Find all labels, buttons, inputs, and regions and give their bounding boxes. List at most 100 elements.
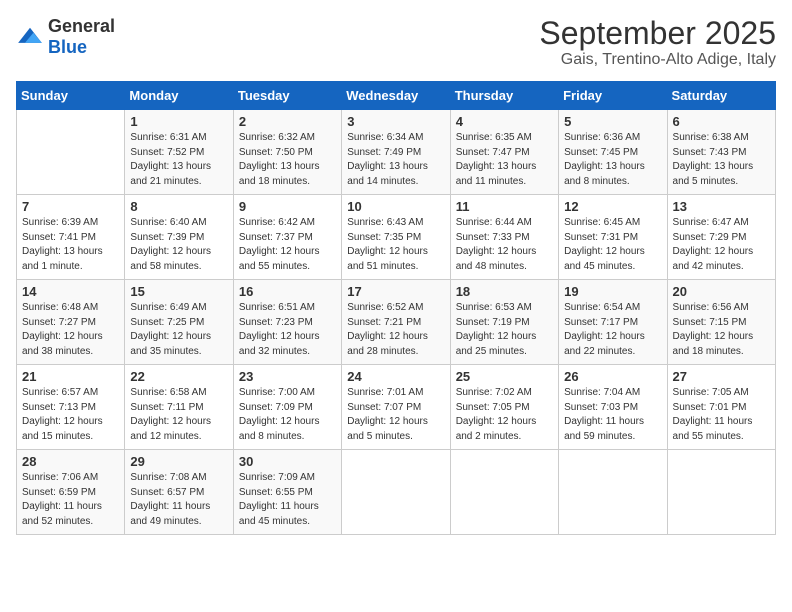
day-number: 5 xyxy=(564,114,661,129)
day-number: 19 xyxy=(564,284,661,299)
header-tuesday: Tuesday xyxy=(233,82,341,110)
calendar-cell: 12 Sunrise: 6:45 AMSunset: 7:31 PMDayligh… xyxy=(559,195,667,280)
day-info: Sunrise: 6:45 AMSunset: 7:31 PMDaylight:… xyxy=(564,216,661,274)
header-monday: Monday xyxy=(125,82,233,110)
calendar-cell: 7 Sunrise: 6:39 AMSunset: 7:41 PMDaylight… xyxy=(17,195,125,280)
day-info: Sunrise: 6:52 AMSunset: 7:21 PMDaylight:… xyxy=(347,301,444,359)
calendar-cell: 2 Sunrise: 6:32 AMSunset: 7:50 PMDaylight… xyxy=(233,110,341,195)
day-number: 23 xyxy=(239,369,336,384)
calendar-cell: 11 Sunrise: 6:44 AMSunset: 7:33 PMDayligh… xyxy=(450,195,558,280)
calendar-cell: 9Sunrise: 6:42 AMSunset: 7:37 PMDaylight… xyxy=(233,195,341,280)
day-number: 17 xyxy=(347,284,444,299)
day-info: Sunrise: 7:00 AMSunset: 7:09 PMDaylight:… xyxy=(239,386,336,444)
calendar-cell: 27 Sunrise: 7:05 AMSunset: 7:01 PMDayligh… xyxy=(667,365,775,450)
day-info: Sunrise: 6:38 AMSunset: 7:43 PMDaylight:… xyxy=(673,131,770,189)
page-header: General Blue September 2025 Gais, Trenti… xyxy=(16,16,776,69)
title-block: September 2025 Gais, Trentino-Alto Adige… xyxy=(539,16,776,69)
day-info: Sunrise: 6:32 AMSunset: 7:50 PMDaylight:… xyxy=(239,131,336,189)
day-info: Sunrise: 6:43 AMSunset: 7:35 PMDaylight:… xyxy=(347,216,444,274)
calendar-week-4: 21Sunrise: 6:57 AMSunset: 7:13 PMDayligh… xyxy=(17,365,776,450)
calendar-cell xyxy=(667,450,775,535)
calendar-cell: 22 Sunrise: 6:58 AMSunset: 7:11 PMDayligh… xyxy=(125,365,233,450)
day-info: Sunrise: 6:49 AMSunset: 7:25 PMDaylight:… xyxy=(130,301,227,359)
calendar-cell xyxy=(450,450,558,535)
calendar-cell: 18 Sunrise: 6:53 AMSunset: 7:19 PMDayligh… xyxy=(450,280,558,365)
day-number: 14 xyxy=(22,284,119,299)
header-wednesday: Wednesday xyxy=(342,82,450,110)
day-number: 22 xyxy=(130,369,227,384)
calendar-header: Sunday Monday Tuesday Wednesday Thursday… xyxy=(17,82,776,110)
day-number: 24 xyxy=(347,369,444,384)
day-info: Sunrise: 6:35 AMSunset: 7:47 PMDaylight:… xyxy=(456,131,553,189)
calendar-table: Sunday Monday Tuesday Wednesday Thursday… xyxy=(16,81,776,535)
calendar-cell: 17 Sunrise: 6:52 AMSunset: 7:21 PMDayligh… xyxy=(342,280,450,365)
calendar-week-2: 7 Sunrise: 6:39 AMSunset: 7:41 PMDaylight… xyxy=(17,195,776,280)
header-thursday: Thursday xyxy=(450,82,558,110)
day-number: 11 xyxy=(456,199,553,214)
calendar-cell: 19Sunrise: 6:54 AMSunset: 7:17 PMDayligh… xyxy=(559,280,667,365)
calendar-week-5: 28Sunrise: 7:06 AMSunset: 6:59 PMDayligh… xyxy=(17,450,776,535)
calendar-cell: 6 Sunrise: 6:38 AMSunset: 7:43 PMDaylight… xyxy=(667,110,775,195)
day-info: Sunrise: 7:05 AMSunset: 7:01 PMDaylight:… xyxy=(673,386,770,444)
calendar-subtitle: Gais, Trentino-Alto Adige, Italy xyxy=(539,51,776,69)
day-number: 7 xyxy=(22,199,119,214)
day-info: Sunrise: 7:04 AMSunset: 7:03 PMDaylight:… xyxy=(564,386,661,444)
calendar-cell xyxy=(559,450,667,535)
day-number: 2 xyxy=(239,114,336,129)
day-info: Sunrise: 6:31 AMSunset: 7:52 PMDaylight:… xyxy=(130,131,227,189)
day-info: Sunrise: 6:39 AMSunset: 7:41 PMDaylight:… xyxy=(22,216,119,274)
header-sunday: Sunday xyxy=(17,82,125,110)
logo-icon xyxy=(16,26,44,48)
day-number: 10 xyxy=(347,199,444,214)
day-number: 25 xyxy=(456,369,553,384)
day-info: Sunrise: 6:44 AMSunset: 7:33 PMDaylight:… xyxy=(456,216,553,274)
calendar-cell: 20Sunrise: 6:56 AMSunset: 7:15 PMDayligh… xyxy=(667,280,775,365)
day-number: 18 xyxy=(456,284,553,299)
day-info: Sunrise: 7:09 AMSunset: 6:55 PMDaylight:… xyxy=(239,471,336,529)
calendar-cell: 14Sunrise: 6:48 AMSunset: 7:27 PMDayligh… xyxy=(17,280,125,365)
day-info: Sunrise: 7:01 AMSunset: 7:07 PMDaylight:… xyxy=(347,386,444,444)
day-number: 3 xyxy=(347,114,444,129)
day-number: 15 xyxy=(130,284,227,299)
day-number: 29 xyxy=(130,454,227,469)
header-saturday: Saturday xyxy=(667,82,775,110)
calendar-cell: 24 Sunrise: 7:01 AMSunset: 7:07 PMDayligh… xyxy=(342,365,450,450)
calendar-cell xyxy=(342,450,450,535)
day-info: Sunrise: 7:02 AMSunset: 7:05 PMDaylight:… xyxy=(456,386,553,444)
day-info: Sunrise: 6:47 AMSunset: 7:29 PMDaylight:… xyxy=(673,216,770,274)
calendar-title: September 2025 xyxy=(539,16,776,51)
day-info: Sunrise: 6:40 AMSunset: 7:39 PMDaylight:… xyxy=(130,216,227,274)
day-info: Sunrise: 6:51 AMSunset: 7:23 PMDaylight:… xyxy=(239,301,336,359)
logo: General Blue xyxy=(16,16,115,58)
logo-blue: Blue xyxy=(48,37,87,57)
day-number: 27 xyxy=(673,369,770,384)
logo-general: General xyxy=(48,16,115,36)
calendar-cell: 28Sunrise: 7:06 AMSunset: 6:59 PMDayligh… xyxy=(17,450,125,535)
day-number: 16 xyxy=(239,284,336,299)
calendar-cell: 10 Sunrise: 6:43 AMSunset: 7:35 PMDayligh… xyxy=(342,195,450,280)
header-friday: Friday xyxy=(559,82,667,110)
day-info: Sunrise: 7:06 AMSunset: 6:59 PMDaylight:… xyxy=(22,471,119,529)
calendar-cell xyxy=(17,110,125,195)
day-number: 4 xyxy=(456,114,553,129)
day-info: Sunrise: 6:36 AMSunset: 7:45 PMDaylight:… xyxy=(564,131,661,189)
calendar-cell: 15 Sunrise: 6:49 AMSunset: 7:25 PMDayligh… xyxy=(125,280,233,365)
day-number: 8 xyxy=(130,199,227,214)
calendar-cell: 4 Sunrise: 6:35 AMSunset: 7:47 PMDaylight… xyxy=(450,110,558,195)
day-info: Sunrise: 6:58 AMSunset: 7:11 PMDaylight:… xyxy=(130,386,227,444)
day-info: Sunrise: 6:53 AMSunset: 7:19 PMDaylight:… xyxy=(456,301,553,359)
day-number: 1 xyxy=(130,114,227,129)
calendar-cell: 8 Sunrise: 6:40 AMSunset: 7:39 PMDaylight… xyxy=(125,195,233,280)
day-number: 26 xyxy=(564,369,661,384)
calendar-cell: 1 Sunrise: 6:31 AMSunset: 7:52 PMDaylight… xyxy=(125,110,233,195)
logo-text: General Blue xyxy=(48,16,115,58)
calendar-cell: 29Sunrise: 7:08 AMSunset: 6:57 PMDayligh… xyxy=(125,450,233,535)
day-info: Sunrise: 6:34 AMSunset: 7:49 PMDaylight:… xyxy=(347,131,444,189)
calendar-cell: 26 Sunrise: 7:04 AMSunset: 7:03 PMDayligh… xyxy=(559,365,667,450)
day-info: Sunrise: 6:56 AMSunset: 7:15 PMDaylight:… xyxy=(673,301,770,359)
calendar-cell: 16 Sunrise: 6:51 AMSunset: 7:23 PMDayligh… xyxy=(233,280,341,365)
calendar-week-3: 14Sunrise: 6:48 AMSunset: 7:27 PMDayligh… xyxy=(17,280,776,365)
day-number: 12 xyxy=(564,199,661,214)
day-number: 6 xyxy=(673,114,770,129)
calendar-cell: 13Sunrise: 6:47 AMSunset: 7:29 PMDayligh… xyxy=(667,195,775,280)
